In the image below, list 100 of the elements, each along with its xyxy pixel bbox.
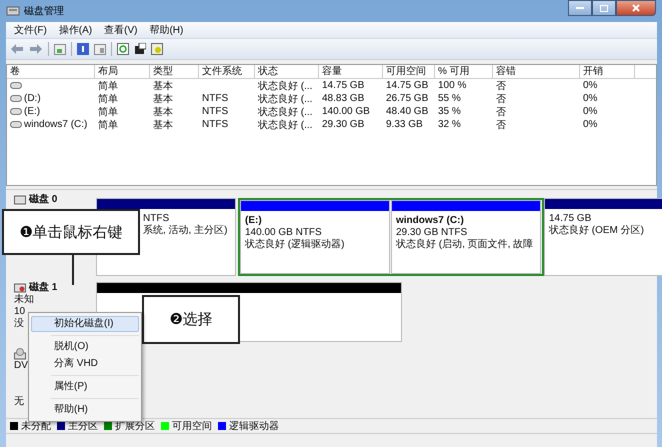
disk-label: 磁盘 1 bbox=[29, 282, 58, 294]
partition[interactable]: windows7 (C:) 29.30 GB NTFS 状态良好 (启动, 页面文件, 故障 bbox=[391, 200, 541, 274]
partition-info: NTFS bbox=[143, 213, 170, 224]
table-cell: 35 % bbox=[438, 106, 461, 117]
forward-arrow-icon[interactable] bbox=[29, 43, 43, 55]
drive-icon bbox=[10, 82, 22, 89]
column-header[interactable]: % 可用 bbox=[435, 65, 493, 78]
partition-title: windows7 (C:) bbox=[396, 215, 465, 227]
menu-item[interactable]: 帮助(H) bbox=[149, 23, 184, 37]
column-header[interactable]: 容错 bbox=[493, 65, 580, 78]
drive-icon bbox=[10, 95, 22, 102]
menu-item[interactable]: 文件(F) bbox=[14, 23, 47, 37]
table-cell-text: 简单 bbox=[98, 92, 118, 106]
panel-icon[interactable] bbox=[94, 44, 106, 54]
partition-info: 系统, 活动, 主分区) bbox=[143, 225, 228, 237]
leader-line bbox=[72, 255, 74, 285]
partition-info: 29.30 GB NTFS bbox=[396, 227, 468, 238]
table-cell-text: 状态良好 (... bbox=[258, 80, 312, 92]
disk-info: 10 bbox=[14, 306, 26, 317]
menu-item[interactable]: 查看(V) bbox=[104, 23, 138, 37]
disk-info: 没 bbox=[14, 318, 24, 329]
column-header[interactable]: 卷 bbox=[7, 65, 95, 78]
panel-icon[interactable] bbox=[54, 44, 66, 54]
disk-info: DV bbox=[14, 360, 28, 371]
maximize-button[interactable] bbox=[592, 0, 616, 16]
legend-label: 可用空间 bbox=[172, 420, 212, 433]
table-cell: 32 % bbox=[438, 119, 461, 130]
partition-info: 状态良好 (OEM 分区) bbox=[549, 225, 645, 237]
table-cell: 14.75 GB bbox=[386, 80, 428, 91]
table-cell-text: 简单 bbox=[98, 118, 118, 132]
table-cell: 29.30 GB bbox=[322, 119, 364, 130]
partition-info: 状态良好 (逻辑驱动器) bbox=[245, 239, 346, 251]
column-header[interactable]: 布局 bbox=[95, 65, 150, 78]
wizard-icon[interactable] bbox=[151, 43, 163, 55]
minimize-button[interactable] bbox=[568, 0, 592, 16]
column-header[interactable]: 开销 bbox=[580, 65, 635, 78]
table-cell: 26.75 GB bbox=[386, 93, 428, 104]
optical-drive-icon bbox=[14, 348, 26, 360]
table-cell-text: 基本 bbox=[153, 118, 173, 132]
table-cell: 0% bbox=[583, 93, 598, 104]
table-cell-text: 简单 bbox=[98, 106, 118, 118]
table-cell-text: 基本 bbox=[153, 106, 173, 118]
table-cell: 9.33 GB bbox=[386, 119, 423, 130]
table-cell: 0% bbox=[583, 106, 598, 117]
disk-info: 无 bbox=[14, 396, 24, 407]
close-button[interactable] bbox=[616, 0, 656, 16]
column-header[interactable]: 可用空间 bbox=[383, 65, 435, 78]
menu-item[interactable]: 帮助(H) bbox=[31, 402, 139, 418]
menu-item[interactable]: 操作(A) bbox=[58, 23, 92, 37]
drive-icon bbox=[10, 108, 22, 115]
column-header[interactable]: 类型 bbox=[150, 65, 199, 78]
table-cell: windows7 (C:) bbox=[24, 119, 88, 130]
properties-icon[interactable] bbox=[134, 43, 146, 55]
table-cell: NTFS bbox=[202, 119, 228, 130]
table-cell-text: 否 bbox=[496, 80, 506, 92]
maximize-icon bbox=[600, 4, 608, 12]
callout-tooltip: ❶单击鼠标右键 bbox=[2, 209, 140, 255]
disk-info: 未知 bbox=[14, 294, 34, 305]
table-cell-text: 基本 bbox=[153, 80, 173, 92]
menu-item[interactable]: 初始化磁盘(I) bbox=[31, 316, 139, 332]
partition[interactable]: (E:) 140.00 GB NTFS 状态良好 (逻辑驱动器) bbox=[240, 200, 390, 274]
table-cell-text: 否 bbox=[496, 106, 506, 118]
table-cell: NTFS bbox=[202, 106, 228, 117]
table-cell: 0% bbox=[583, 119, 598, 130]
partition-info: 状态良好 (启动, 页面文件, 故障 bbox=[396, 239, 534, 251]
table-cell: (E:) bbox=[24, 106, 40, 117]
table-cell-text: 状态良好 (... bbox=[258, 92, 312, 106]
back-arrow-icon[interactable] bbox=[10, 43, 24, 55]
menu-item[interactable]: 脱机(O) bbox=[31, 339, 139, 355]
table-cell: (D:) bbox=[24, 93, 41, 104]
table-cell-text: 基本 bbox=[153, 92, 173, 106]
table-cell-text: 否 bbox=[496, 92, 506, 106]
refresh-icon[interactable] bbox=[117, 43, 129, 55]
table-cell-text: 状态良好 (... bbox=[258, 106, 312, 118]
table-cell: 0% bbox=[583, 80, 598, 91]
table-cell: 100 % bbox=[438, 80, 466, 91]
table-cell-text: 简单 bbox=[98, 80, 118, 92]
drive-icon bbox=[10, 121, 22, 128]
table-cell: 55 % bbox=[438, 93, 461, 104]
minimize-icon bbox=[576, 6, 584, 10]
table-cell: 48.83 GB bbox=[322, 93, 364, 104]
partition-info: 140.00 GB NTFS bbox=[245, 227, 323, 238]
partition[interactable]: 14.75 GB 状态良好 (OEM 分区) bbox=[544, 198, 662, 276]
help-icon[interactable] bbox=[77, 43, 89, 55]
column-header[interactable]: 文件系统 bbox=[199, 65, 255, 78]
table-cell-text: 状态良好 (... bbox=[258, 118, 312, 132]
legend-label: 逻辑驱动器 bbox=[229, 420, 279, 433]
column-header[interactable]: 容量 bbox=[319, 65, 383, 78]
close-icon bbox=[632, 4, 640, 12]
callout-tooltip: ❷选择 bbox=[142, 295, 240, 344]
column-header[interactable]: 状态 bbox=[255, 65, 319, 78]
table-cell-text: 否 bbox=[496, 118, 506, 132]
menu-item[interactable]: 属性(P) bbox=[31, 379, 139, 395]
window-title: 磁盘管理 bbox=[24, 5, 64, 18]
table-cell: 14.75 GB bbox=[322, 80, 364, 91]
partition-title: (E:) bbox=[245, 215, 263, 227]
partition-info: 14.75 GB bbox=[549, 213, 592, 224]
table-cell: NTFS bbox=[202, 93, 228, 104]
disk-label: 磁盘 0 bbox=[29, 194, 58, 206]
menu-item[interactable]: 分离 VHD bbox=[31, 356, 139, 372]
